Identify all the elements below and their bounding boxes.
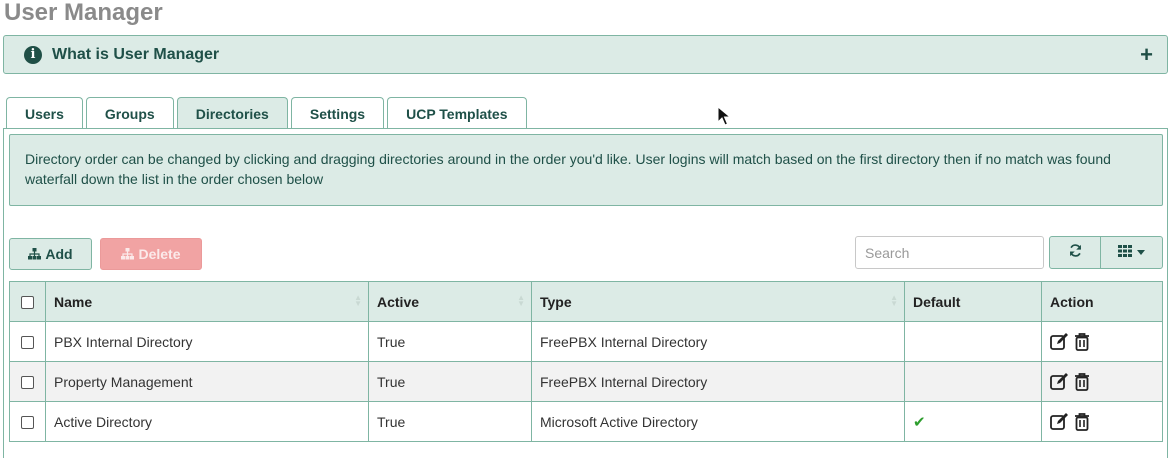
directory-active: True bbox=[368, 321, 532, 362]
refresh-icon bbox=[1068, 243, 1083, 263]
directory-order-notice: Directory order can be changed by clicki… bbox=[9, 134, 1163, 206]
column-header-label: Type bbox=[540, 293, 572, 310]
directory-name: Property Management bbox=[45, 361, 369, 402]
trash-icon[interactable] bbox=[1074, 412, 1090, 431]
column-header-name[interactable]: Name ▲ ▼ bbox=[45, 281, 369, 322]
row-checkbox[interactable] bbox=[21, 376, 34, 390]
row-checkbox[interactable] bbox=[21, 336, 34, 350]
expand-plus-icon[interactable]: + bbox=[1140, 43, 1153, 65]
column-header-active[interactable]: Active ▲ ▼ bbox=[368, 281, 532, 322]
edit-icon[interactable] bbox=[1050, 372, 1070, 391]
column-header-action: Action bbox=[1041, 281, 1163, 322]
delete-directory-button[interactable]: Delete bbox=[100, 238, 202, 270]
directory-type: FreePBX Internal Directory bbox=[531, 361, 905, 402]
column-header-label: Action bbox=[1050, 293, 1094, 310]
trash-icon[interactable] bbox=[1074, 372, 1090, 391]
directory-type: Microsoft Active Directory bbox=[531, 401, 905, 442]
table-row[interactable]: Property Management True FreePBX Interna… bbox=[9, 361, 1163, 402]
directory-active: True bbox=[368, 401, 532, 442]
trash-icon[interactable] bbox=[1074, 332, 1090, 351]
directories-table: Name ▲ ▼ Active ▲ ▼ Type ▲ ▼ Default Action PB… bbox=[9, 281, 1163, 442]
chevron-down-icon bbox=[1137, 250, 1145, 255]
add-button-label: Add bbox=[45, 246, 73, 262]
tab-settings[interactable]: Settings bbox=[290, 97, 385, 129]
info-panel-title: What is User Manager bbox=[52, 45, 220, 63]
sitemap-icon bbox=[121, 248, 135, 260]
row-checkbox[interactable] bbox=[21, 416, 34, 430]
row-select-cell bbox=[9, 401, 46, 442]
table-tools bbox=[1049, 236, 1163, 269]
tab-directories[interactable]: Directories bbox=[176, 97, 288, 129]
columns-dropdown-button[interactable] bbox=[1101, 237, 1162, 268]
directory-default: ✔ bbox=[904, 401, 1042, 442]
sitemap-icon bbox=[28, 248, 42, 260]
row-select-cell bbox=[9, 361, 46, 402]
table-header-row: Name ▲ ▼ Active ▲ ▼ Type ▲ ▼ Default Action bbox=[9, 281, 1163, 322]
edit-icon[interactable] bbox=[1050, 332, 1070, 351]
delete-button-label: Delete bbox=[138, 246, 181, 262]
sort-icon: ▲ ▼ bbox=[890, 293, 898, 308]
column-header-label: Active bbox=[377, 293, 420, 310]
directory-name: Active Directory bbox=[45, 401, 369, 442]
table-row[interactable]: Active Directory True Microsoft Active D… bbox=[9, 401, 1163, 442]
select-all-cell bbox=[9, 281, 46, 322]
column-header-default: Default bbox=[904, 281, 1042, 322]
info-panel[interactable]: i What is User Manager + bbox=[3, 35, 1168, 74]
info-circle-icon: i bbox=[24, 45, 42, 64]
tab-users[interactable]: Users bbox=[6, 97, 83, 129]
grid-icon bbox=[1118, 244, 1132, 262]
sort-icon: ▲ ▼ bbox=[517, 293, 525, 308]
column-header-label: Default bbox=[913, 293, 961, 310]
table-row[interactable]: PBX Internal Directory True FreePBX Inte… bbox=[9, 321, 1163, 362]
directory-type: FreePBX Internal Directory bbox=[531, 321, 905, 362]
add-directory-button[interactable]: Add bbox=[9, 238, 92, 270]
page-title: User Manager bbox=[4, 0, 163, 26]
directory-name: PBX Internal Directory bbox=[45, 321, 369, 362]
refresh-button[interactable] bbox=[1050, 237, 1101, 268]
row-actions bbox=[1041, 321, 1163, 362]
column-header-type[interactable]: Type ▲ ▼ bbox=[531, 281, 905, 322]
edit-icon[interactable] bbox=[1050, 412, 1070, 431]
tab-groups[interactable]: Groups bbox=[85, 97, 174, 129]
row-actions bbox=[1041, 401, 1163, 442]
row-actions bbox=[1041, 361, 1163, 402]
directory-default bbox=[904, 361, 1042, 402]
tab-bar: Users Groups Directories Settings UCP Te… bbox=[6, 97, 530, 129]
search-input[interactable] bbox=[855, 236, 1044, 269]
select-all-checkbox[interactable] bbox=[21, 296, 34, 310]
sort-icon: ▲ ▼ bbox=[354, 293, 362, 308]
directory-default bbox=[904, 321, 1042, 362]
check-icon: ✔ bbox=[913, 413, 926, 431]
row-select-cell bbox=[9, 321, 46, 362]
column-header-label: Name bbox=[54, 293, 93, 310]
tab-ucp-templates[interactable]: UCP Templates bbox=[387, 97, 527, 129]
directory-active: True bbox=[368, 361, 532, 402]
mouse-cursor-icon bbox=[717, 105, 732, 131]
